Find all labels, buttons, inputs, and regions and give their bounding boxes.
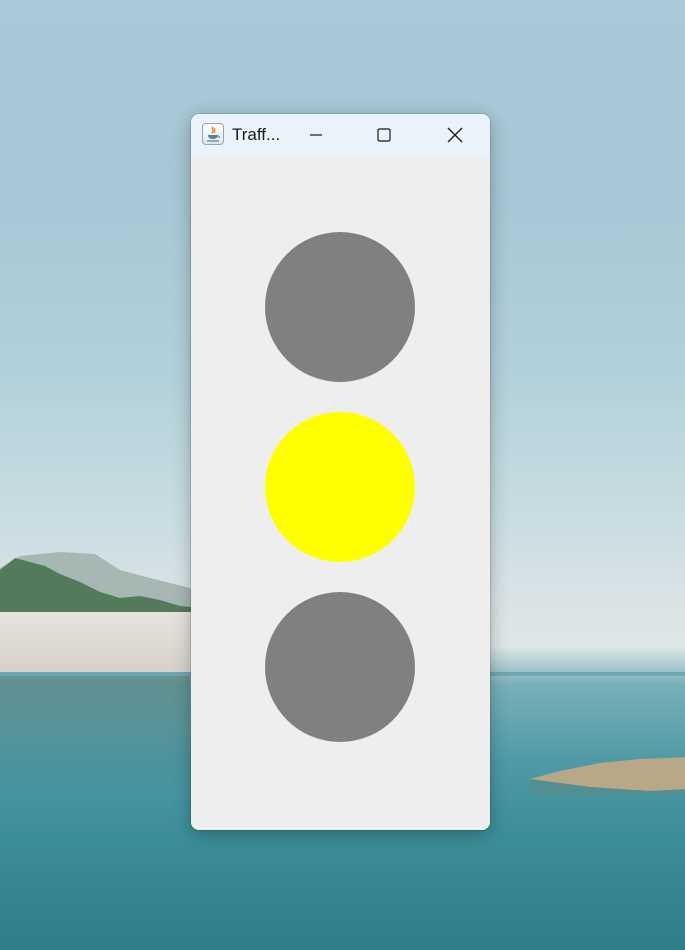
traffic-lamp-middle xyxy=(265,412,415,562)
maximize-button[interactable] xyxy=(361,114,407,156)
wallpaper-islet xyxy=(530,757,685,795)
title-bar[interactable]: Traff... xyxy=(191,114,490,156)
wallpaper-reflection xyxy=(0,676,190,796)
app-window: Traff... xyxy=(191,114,490,830)
java-icon[interactable] xyxy=(202,123,224,145)
desktop-wallpaper: Traff... xyxy=(0,0,685,950)
close-button[interactable] xyxy=(432,114,478,156)
window-title: Traff... xyxy=(232,125,281,144)
close-icon xyxy=(447,127,463,143)
minimize-button[interactable] xyxy=(293,114,339,156)
traffic-lamp-top xyxy=(265,232,415,382)
minimize-icon xyxy=(310,134,322,136)
traffic-lamp-bottom xyxy=(265,592,415,742)
traffic-light-panel xyxy=(191,156,490,830)
maximize-icon xyxy=(377,128,391,142)
wallpaper-beach xyxy=(0,612,200,674)
